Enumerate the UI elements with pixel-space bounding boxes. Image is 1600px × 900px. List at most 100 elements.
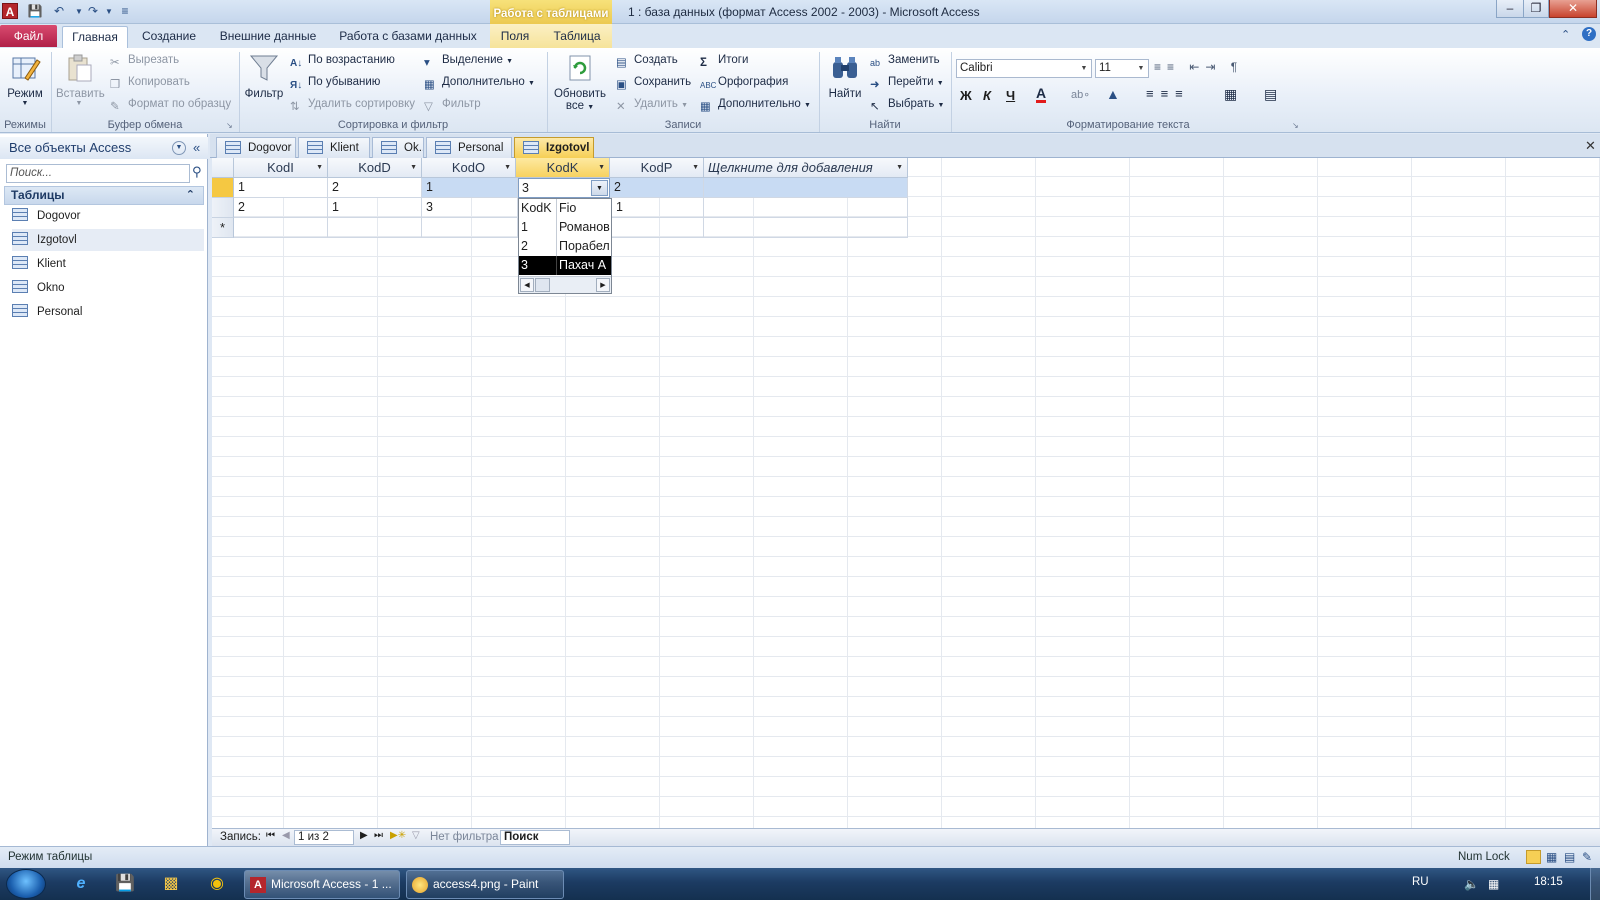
format-painter-button[interactable]: ✎ Формат по образцу: [110, 95, 231, 114]
datasheet-view-icon[interactable]: [1526, 850, 1541, 864]
table-cell[interactable]: 2: [610, 178, 704, 198]
design-view-icon[interactable]: ✎: [1582, 847, 1592, 868]
scroll-thumb[interactable]: [535, 278, 550, 292]
bold-button[interactable]: Ж: [960, 88, 972, 103]
access-app-icon[interactable]: A: [2, 3, 18, 19]
nav-group-tables[interactable]: Таблицы ⌃: [4, 186, 204, 205]
delete-record-button[interactable]: ✕ Удалить ▼: [616, 95, 688, 114]
tab-create[interactable]: Создание: [140, 26, 198, 48]
nav-item-dogovor[interactable]: Dogovor: [12, 205, 204, 227]
refresh-all-button[interactable]: Обновить все ▼: [552, 52, 608, 112]
new-row-selector[interactable]: *: [212, 218, 234, 238]
copy-button[interactable]: ❐ Копировать: [110, 73, 190, 92]
tab-home[interactable]: Главная: [62, 26, 128, 48]
volume-icon[interactable]: 🔈: [1464, 877, 1479, 891]
save-icon[interactable]: 💾: [26, 3, 44, 20]
file-tab[interactable]: Файл: [0, 25, 57, 47]
tab-external-data[interactable]: Внешние данные: [214, 26, 322, 48]
network-icon[interactable]: ▦: [1488, 877, 1499, 891]
chevron-down-icon[interactable]: ▼: [316, 158, 323, 177]
selection-button[interactable]: ▾ Выделение ▼: [424, 51, 513, 70]
kodk-dropdown-list[interactable]: KodK Fio 1 Романов 2 Порабел 3 Пахач А ◀…: [518, 198, 612, 294]
chevron-down-icon[interactable]: ▼: [598, 158, 605, 177]
ribbon-minimize-icon[interactable]: ⌃: [1561, 28, 1570, 41]
last-record-icon[interactable]: ⏭: [374, 830, 383, 841]
paste-button[interactable]: Вставить ▼: [56, 52, 105, 107]
first-record-icon[interactable]: ⏮: [266, 830, 275, 841]
table-cell[interactable]: [704, 218, 908, 238]
alignment-buttons[interactable]: ≡≡≡: [1146, 86, 1190, 101]
table-cell[interactable]: 1: [328, 198, 422, 218]
table-cell[interactable]: 1: [422, 178, 518, 198]
click-to-add-column-header[interactable]: Щелкните для добавления ▼: [704, 158, 908, 178]
chevron-down-icon[interactable]: ▼: [410, 158, 417, 177]
nav-item-personal[interactable]: Personal: [12, 301, 204, 323]
italic-button[interactable]: К: [983, 88, 991, 103]
taskbar-access-window[interactable]: A Microsoft Access - 1 ...: [244, 870, 400, 899]
table-cell[interactable]: [612, 218, 704, 238]
close-window-button[interactable]: ✕: [1549, 0, 1597, 18]
show-desktop-button[interactable]: [1590, 868, 1600, 900]
scroll-right-icon[interactable]: ▶: [596, 278, 610, 292]
column-header-kodd[interactable]: KodD ▼: [328, 158, 422, 178]
combo-dropdown-button[interactable]: ▼: [591, 180, 608, 196]
tab-database-tools[interactable]: Работа с базами данных: [336, 26, 480, 48]
gridlines-icon[interactable]: ▦: [1224, 86, 1237, 103]
tab-fields[interactable]: Поля: [496, 26, 534, 48]
table-cell[interactable]: [234, 218, 328, 238]
alternate-row-color-icon[interactable]: ▤: [1264, 86, 1277, 103]
table-cell[interactable]: [704, 198, 908, 218]
help-icon[interactable]: ?: [1582, 27, 1596, 41]
scroll-left-icon[interactable]: ◀: [520, 278, 534, 292]
totals-button[interactable]: Σ Итоги: [700, 51, 748, 70]
dialog-launcher-icon[interactable]: ↘: [226, 121, 233, 130]
record-search-input[interactable]: Поиск: [500, 830, 570, 845]
search-icon[interactable]: ⚲: [192, 164, 202, 180]
chevron-down-icon[interactable]: ▼: [692, 158, 699, 177]
replace-button[interactable]: ab Заменить: [870, 51, 940, 70]
column-header-kodi[interactable]: KodI ▼: [234, 158, 328, 178]
advanced-filter-button[interactable]: ▦ Дополнительно ▼: [424, 73, 535, 92]
customize-qat-icon[interactable]: ≡: [116, 3, 134, 20]
table-cell[interactable]: 2: [234, 198, 328, 218]
chevron-down-icon[interactable]: ▼: [504, 158, 511, 177]
dropdown-option[interactable]: 1 Романов: [519, 218, 611, 237]
doc-tab-klient[interactable]: Klient: [298, 137, 370, 158]
pivot-table-view-icon[interactable]: ▦: [1546, 847, 1557, 868]
undo-icon[interactable]: ↶: [50, 3, 68, 20]
dialog-launcher-icon[interactable]: ↘: [1292, 121, 1299, 130]
nav-item-klient[interactable]: Klient: [12, 253, 204, 275]
table-cell[interactable]: 2: [328, 178, 422, 198]
cut-button[interactable]: ✂ Вырезать: [110, 51, 179, 70]
chevron-down-icon[interactable]: ▼: [896, 158, 903, 177]
row-selector[interactable]: [212, 198, 234, 218]
list-buttons[interactable]: ≡≡ ⇤⇥ ¶: [1154, 60, 1243, 74]
column-header-kodp[interactable]: KodP ▼: [610, 158, 704, 178]
new-record-nav-icon[interactable]: ▶✳: [390, 830, 406, 841]
toggle-filter-button[interactable]: ▽ Фильтр: [424, 95, 481, 114]
record-position-input[interactable]: 1 из 2: [294, 830, 354, 845]
font-name-combo[interactable]: Calibri ▼: [956, 59, 1092, 78]
column-header-kodk[interactable]: KodK ▼: [516, 158, 610, 178]
find-button[interactable]: Найти: [824, 52, 866, 100]
new-record-button[interactable]: ▤ Создать: [616, 51, 678, 70]
sort-ascending-button[interactable]: A↓ По возрастанию: [290, 51, 395, 70]
font-size-combo[interactable]: 11 ▼: [1095, 59, 1149, 78]
next-record-icon[interactable]: ▶: [360, 830, 368, 841]
tab-table[interactable]: Таблица: [548, 26, 606, 48]
no-filter-button[interactable]: Нет фильтра: [430, 831, 499, 843]
table-cell[interactable]: 1: [612, 198, 704, 218]
maximize-button[interactable]: ❐: [1523, 0, 1549, 18]
doc-tab-dogovor[interactable]: Dogovor: [216, 137, 296, 158]
save-record-button[interactable]: ▣ Сохранить: [616, 73, 691, 92]
filter-button[interactable]: Фильтр: [244, 52, 284, 100]
nav-item-okno[interactable]: Okno: [12, 277, 204, 299]
internet-explorer-icon[interactable]: e: [68, 872, 94, 896]
table-cell[interactable]: [328, 218, 422, 238]
nav-item-izgotovl[interactable]: Izgotovl: [12, 229, 204, 251]
table-cell[interactable]: [704, 178, 908, 198]
select-button[interactable]: ↖ Выбрать ▼: [870, 95, 944, 114]
highlight-icon[interactable]: ab∘: [1071, 88, 1090, 101]
nav-search-input[interactable]: Поиск...: [6, 164, 190, 183]
select-all-corner[interactable]: [212, 158, 234, 178]
